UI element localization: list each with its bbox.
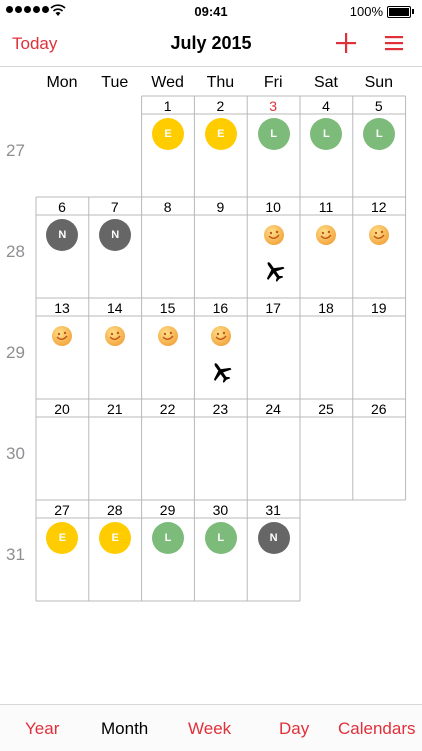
- smiley-icon: [263, 225, 284, 245]
- day-number: 5: [374, 98, 383, 114]
- smiley-icon: [52, 326, 73, 346]
- day-number: 18: [318, 300, 334, 316]
- week-number: 27: [6, 141, 25, 160]
- day-number: 16: [212, 300, 229, 316]
- day-number: 7: [110, 199, 119, 215]
- day-number: 3: [269, 98, 278, 114]
- week-number: 31: [6, 545, 25, 564]
- smiley-icon: [369, 225, 390, 245]
- day-number: 23: [212, 401, 229, 417]
- day-badge: N: [99, 219, 132, 251]
- day-number: 24: [265, 401, 281, 417]
- smiley-icon: [316, 225, 337, 245]
- day-number: 19: [371, 300, 387, 316]
- day-number: 25: [318, 401, 334, 417]
- day-number: 17: [265, 300, 281, 316]
- day-number: 29: [159, 502, 176, 518]
- day-number: 6: [58, 199, 66, 215]
- day-number: 1: [163, 98, 172, 114]
- day-badge: L: [204, 522, 237, 554]
- day-badge: L: [152, 522, 184, 554]
- day-number: 8: [163, 199, 172, 215]
- day-number: 21: [107, 401, 123, 417]
- day-badge: N: [257, 522, 290, 554]
- day-number: 20: [54, 401, 70, 417]
- day-number: 27: [54, 502, 70, 518]
- day-number: 30: [212, 502, 229, 518]
- day-badge: L: [363, 118, 396, 150]
- week-number: 28: [6, 242, 25, 261]
- tab-bar: Year Month Week Day Calendars: [0, 704, 422, 751]
- tab-calendars[interactable]: Calendars: [338, 719, 416, 739]
- week-number: 30: [6, 444, 25, 463]
- smiley-icon: [210, 326, 231, 346]
- week-number: 29: [6, 343, 25, 362]
- day-number: 9: [216, 199, 225, 215]
- day-number: 31: [265, 502, 281, 518]
- day-badge: E: [99, 522, 132, 554]
- smiley-icon: [105, 326, 126, 346]
- day-number: 28: [107, 502, 123, 518]
- day-number: 15: [159, 300, 176, 316]
- day-number: 14: [107, 300, 123, 316]
- day-number: 26: [371, 401, 387, 417]
- tab-month[interactable]: Month: [101, 719, 148, 739]
- day-badge: L: [257, 118, 290, 150]
- day-number: 13: [54, 300, 70, 316]
- tab-week[interactable]: Week: [188, 719, 231, 739]
- tab-year[interactable]: Year: [25, 719, 59, 739]
- day-badge: E: [204, 118, 237, 150]
- day-number: 12: [371, 199, 387, 215]
- day-number: 22: [159, 401, 176, 417]
- day-number: 10: [265, 199, 281, 215]
- tab-day[interactable]: Day: [279, 719, 309, 739]
- airplane-icon: [213, 363, 232, 383]
- airplane-icon: [266, 262, 285, 282]
- day-number: 11: [318, 199, 334, 215]
- day-badge: E: [152, 118, 184, 150]
- day-number: 4: [322, 98, 330, 114]
- smiley-icon: [158, 326, 178, 346]
- day-number: 2: [216, 98, 225, 114]
